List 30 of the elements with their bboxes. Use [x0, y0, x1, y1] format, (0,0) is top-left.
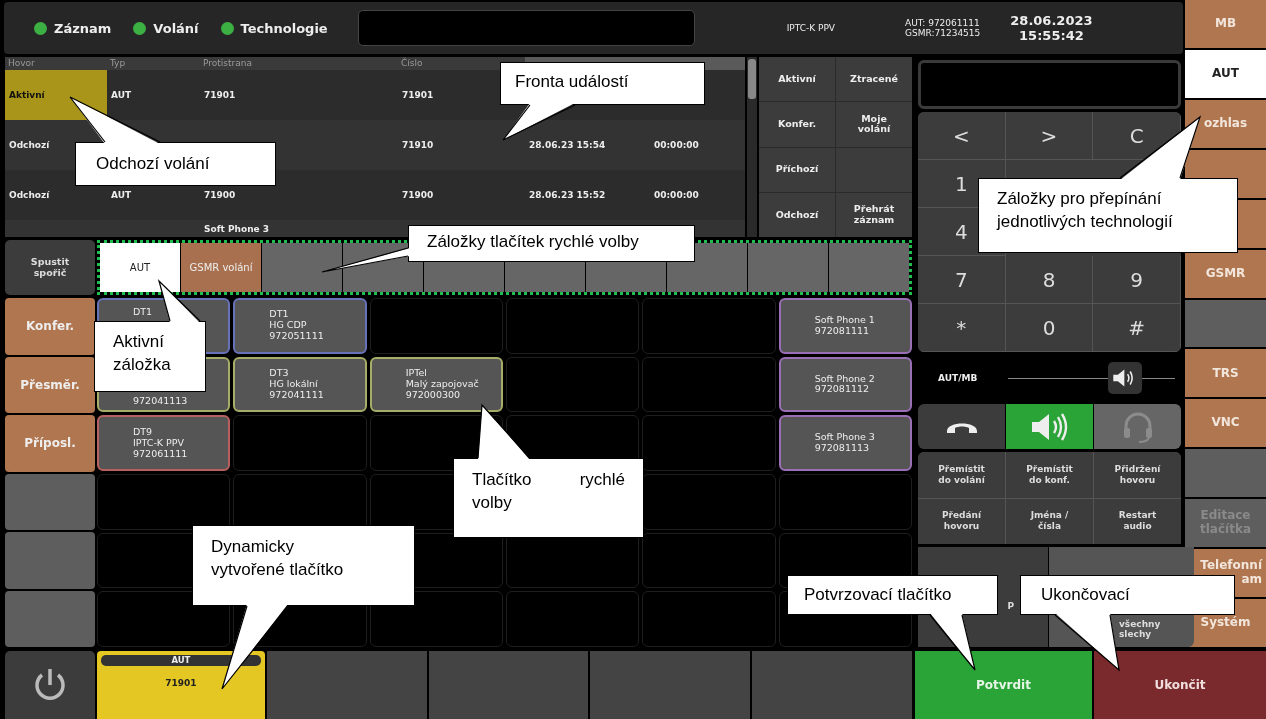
status-label: Technologie — [240, 20, 328, 36]
own-number: GSMR:71234515 — [905, 28, 981, 38]
table-cell: AUT — [111, 190, 132, 200]
date: 28.06.2023 — [1010, 13, 1093, 28]
table-cell: 28.06.23 15:52 — [529, 190, 606, 200]
location-label: IPTC-K PPV — [786, 23, 835, 33]
table-cell: 28.06.23 15:54 — [529, 140, 606, 150]
table-cell: 71901 — [402, 90, 434, 100]
table-cell: AUT — [111, 90, 132, 100]
table-cell: Odchozí — [9, 140, 50, 150]
table-cell: Odchozí — [9, 190, 50, 200]
column-header: Hovor — [5, 57, 107, 70]
table-cell: Soft Phone 3 — [204, 224, 270, 234]
table-cell: 71900 — [204, 190, 236, 200]
callout-tooltip: Záložky tlačítek rychlé volby — [408, 225, 695, 262]
column-header: Typ — [107, 57, 200, 70]
own-number: AUT: 972061111 — [905, 18, 981, 28]
table-cell: 71901 — [204, 90, 236, 100]
table-cell: 71900 — [402, 190, 434, 200]
table-cell: Aktivní — [9, 90, 45, 100]
technology-tag: AUT — [101, 655, 261, 666]
column-header: Protistrana — [200, 57, 398, 70]
call-number: 71901 — [165, 678, 197, 688]
volume-label: AUT/MB — [938, 373, 979, 383]
table-cell: 00:00:00 — [654, 190, 699, 200]
status-label: Záznam — [54, 20, 112, 36]
table-cell: 71910 — [402, 140, 434, 150]
status-label: Volání — [153, 20, 199, 36]
time: 15:55:42 — [1019, 28, 1084, 43]
table-cell: 00:00:00 — [654, 140, 699, 150]
